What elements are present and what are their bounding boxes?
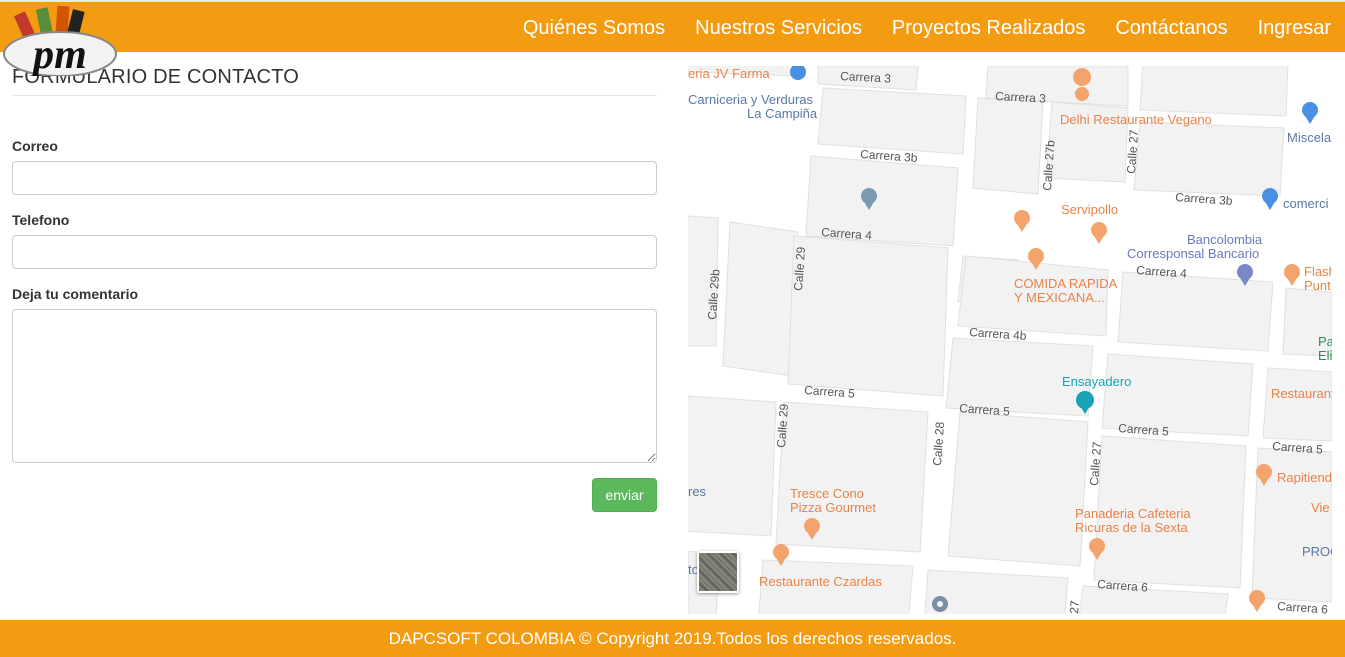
comment-label: Deja tu comentario: [12, 286, 139, 302]
place-label: Corresponsal Bancario: [1127, 246, 1259, 261]
place-label: Delhi Restaurante Vegano: [1060, 112, 1212, 127]
main-nav: Quiénes Somos Nuestros Servicios Proyect…: [523, 2, 1331, 54]
submit-button[interactable]: enviar: [592, 478, 657, 512]
email-label: Correo: [12, 138, 58, 154]
nav-quienes-somos[interactable]: Quiénes Somos: [523, 17, 665, 40]
footer: DAPCSOFT COLOMBIA © Copyright 2019.Todos…: [0, 620, 1345, 657]
place-label: Rapitiend: [1277, 470, 1332, 485]
place-label: Servipollo: [1061, 202, 1118, 217]
nav-proyectos-realizados[interactable]: Proyectos Realizados: [892, 17, 1085, 40]
street-label: Carrera 3: [840, 69, 892, 86]
phone-field[interactable]: [12, 235, 657, 269]
place-label: Restaurant: [1271, 386, 1332, 401]
nav-contactanos[interactable]: Contáctanos: [1115, 17, 1227, 40]
place-label: Miscela: [1287, 130, 1332, 145]
place-label: eria JV Farma: [688, 66, 770, 81]
place-label: Flash: [1304, 264, 1332, 279]
email-field[interactable]: [12, 161, 657, 195]
street-label: Carrera 3: [995, 89, 1047, 106]
phone-label: Telefono: [12, 212, 70, 228]
place-label: Bancolombia: [1187, 232, 1263, 247]
comment-textarea[interactable]: [12, 309, 657, 463]
place-label: Carniceria y Verduras: [688, 92, 813, 107]
place-label: Pa: [1318, 334, 1332, 349]
place-label: Eli: [1318, 348, 1332, 363]
place-label: comerci: [1283, 196, 1329, 211]
place-label: Pizza Gourmet: [790, 500, 876, 515]
svg-text:pm: pm: [30, 32, 87, 76]
place-label: Tresce Cono: [790, 486, 864, 501]
location-pin-icon: [932, 596, 948, 612]
contact-form: FORMULARIO DE CONTACTO Correo Telefono D…: [12, 66, 657, 463]
place-label: Punt: [1304, 278, 1331, 293]
street-label: Carrera 6: [1277, 599, 1329, 614]
place-label: Ricuras de la Sexta: [1075, 520, 1188, 535]
satellite-toggle-button[interactable]: [697, 551, 739, 593]
navbar: pm Quiénes Somos Nuestros Servicios Proy…: [0, 0, 1345, 76]
place-label: Restaurante Czardas: [759, 574, 882, 589]
place-label: COMIDA RAPIDA: [1014, 276, 1118, 291]
place-label: Vie: [1311, 500, 1330, 515]
map-canvas[interactable]: Carrera 3 Carrera 3 Carrera 3b Carrera 3…: [688, 66, 1332, 614]
embedded-map[interactable]: Carrera 3 Carrera 3 Carrera 3b Carrera 3…: [688, 66, 1332, 614]
nav-nuestros-servicios[interactable]: Nuestros Servicios: [695, 17, 862, 40]
place-label: Panaderia Cafeteria: [1075, 506, 1191, 521]
logo-icon[interactable]: pm: [2, 4, 118, 76]
place-label: Y MEXICANA...: [1014, 290, 1105, 305]
place-label: Ensayadero: [1062, 374, 1131, 389]
place-label: PROC: [1302, 544, 1332, 559]
copyright-text: DAPCSOFT COLOMBIA © Copyright 2019.Todos…: [388, 628, 957, 648]
place-label: La Campiña: [747, 106, 818, 121]
place-label: res: [688, 484, 707, 499]
nav-ingresar[interactable]: Ingresar: [1258, 17, 1331, 40]
street-label: 27: [1067, 600, 1082, 614]
